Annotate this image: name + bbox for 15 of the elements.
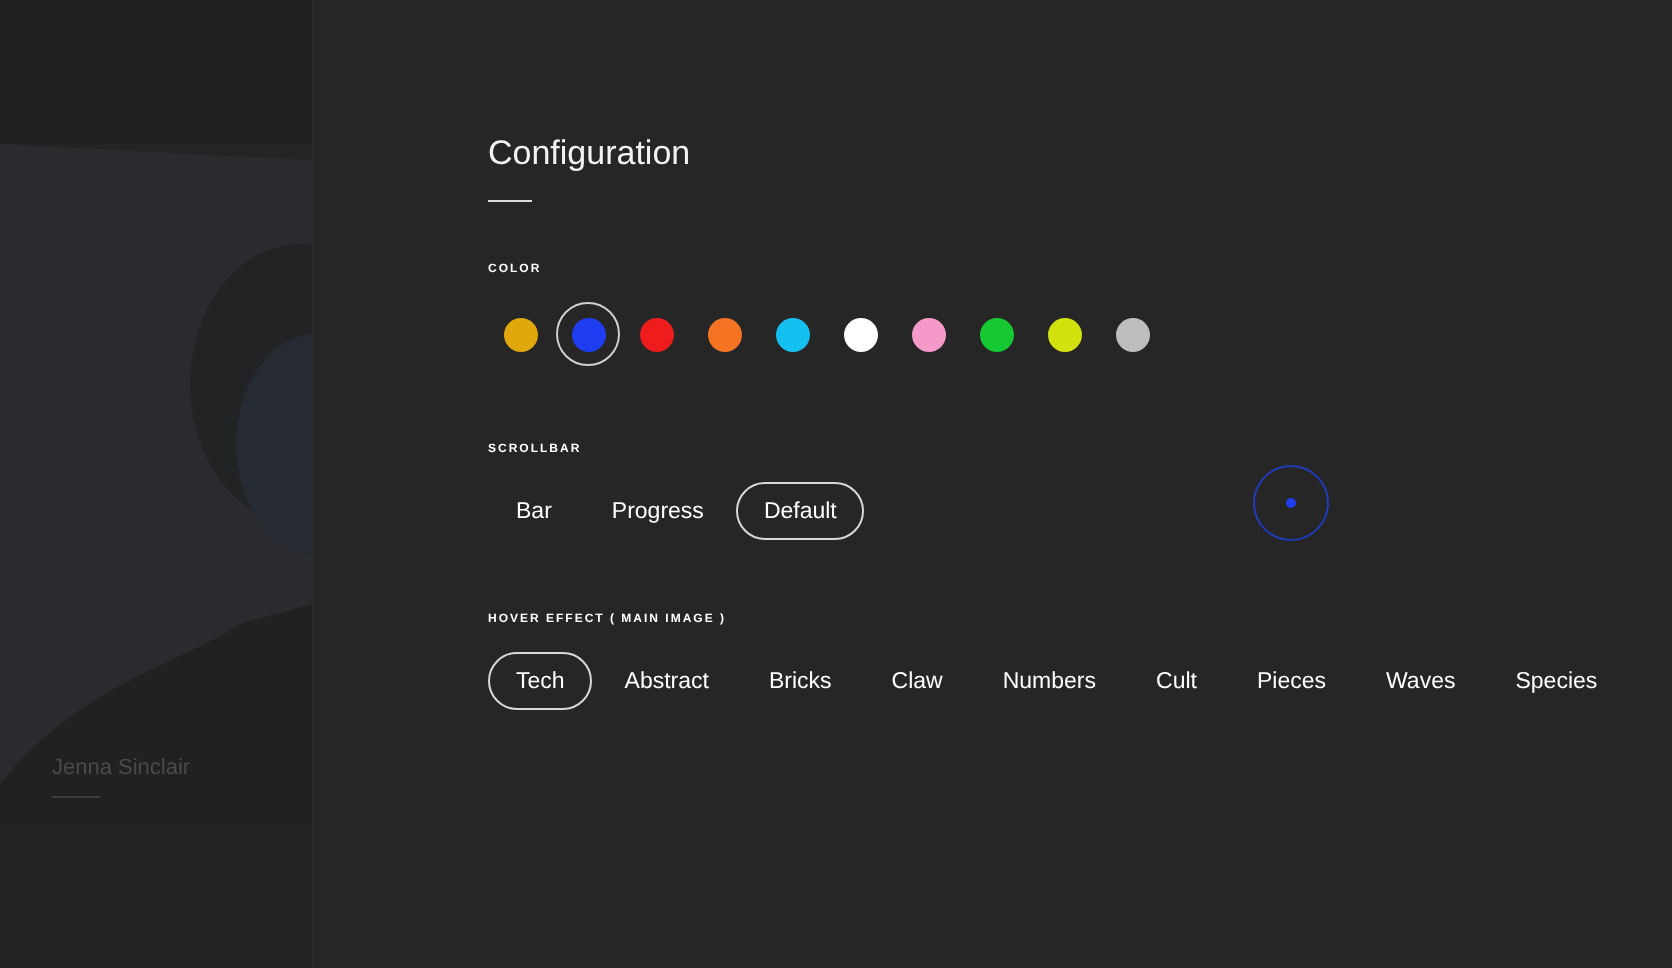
option-button[interactable]: Cult	[1128, 652, 1225, 710]
option-button[interactable]: Waves	[1358, 652, 1484, 710]
option-button[interactable]: Pieces	[1228, 652, 1354, 710]
option-button[interactable]: Species	[1487, 652, 1626, 710]
option-button[interactable]: Bricks	[740, 652, 860, 710]
color-swatch[interactable]	[556, 302, 620, 366]
option-button[interactable]: Tech	[488, 652, 593, 710]
option-button[interactable]: Progress	[583, 482, 732, 540]
option-button[interactable]: Bar	[488, 482, 580, 540]
option-button[interactable]: Claw	[863, 652, 971, 710]
option-button[interactable]: Default	[735, 482, 865, 540]
option-button[interactable]: Abstract	[596, 652, 737, 710]
option-button[interactable]: Numbers	[974, 652, 1125, 710]
cursor-icon	[1252, 464, 1330, 542]
page-title: Configuration	[488, 132, 693, 176]
